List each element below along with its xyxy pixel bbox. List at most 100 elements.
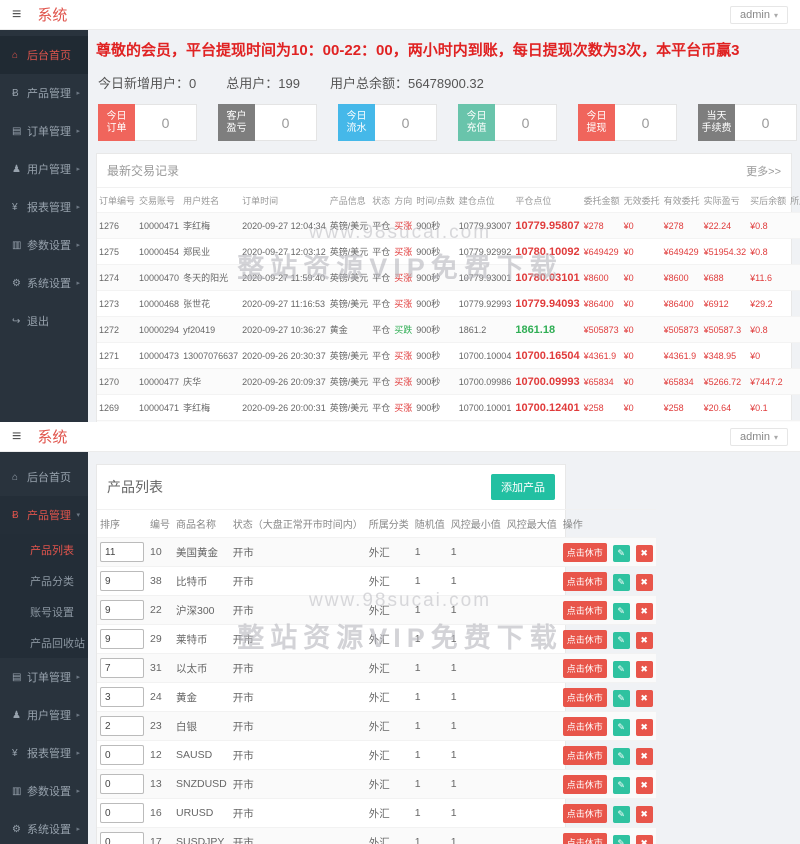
user-dropdown[interactable]: admin▾ bbox=[730, 428, 788, 446]
close-market-button[interactable]: 点击休市 bbox=[563, 775, 607, 794]
delete-button[interactable]: ✖ bbox=[636, 545, 653, 562]
sidebar-item[interactable]: ⌂ 后台首页 bbox=[0, 36, 88, 74]
delete-button[interactable]: ✖ bbox=[636, 574, 653, 591]
sidebar-item[interactable]: ▤ 订单管理 ▸ bbox=[0, 658, 88, 696]
delete-icon: ✖ bbox=[640, 577, 648, 587]
sort-input[interactable] bbox=[100, 803, 144, 823]
close-market-button[interactable]: 点击休市 bbox=[563, 717, 607, 736]
menu-item-icon: ⚙ bbox=[12, 824, 27, 835]
sidebar-item[interactable]: ↪ 退出 bbox=[0, 302, 88, 340]
edit-button[interactable]: ✎ bbox=[613, 545, 630, 562]
delete-button[interactable]: ✖ bbox=[636, 748, 653, 765]
cell-valid: ¥65834 bbox=[662, 369, 702, 395]
more-link[interactable]: 更多>> bbox=[746, 163, 781, 179]
sort-input[interactable] bbox=[100, 542, 144, 562]
delete-button[interactable]: ✖ bbox=[636, 690, 653, 707]
close-market-button[interactable]: 点击休市 bbox=[563, 572, 607, 591]
edit-icon: ✎ bbox=[617, 809, 625, 819]
delete-button[interactable]: ✖ bbox=[636, 719, 653, 736]
cell-category: 外汇 bbox=[366, 683, 412, 712]
sidebar-item-home[interactable]: ⌂ 后台首页 bbox=[0, 458, 88, 496]
sort-input[interactable] bbox=[100, 687, 144, 707]
edit-button[interactable]: ✎ bbox=[613, 661, 630, 678]
sidebar-item[interactable]: ♟ 用户管理 ▸ bbox=[0, 696, 88, 734]
sidebar-subitem[interactable]: 账号设置 bbox=[0, 596, 88, 627]
edit-button[interactable]: ✎ bbox=[613, 748, 630, 765]
table-row: 38 比特币 开市 外汇 1 1 点击休市 ✎ ✖ bbox=[97, 567, 656, 596]
add-product-button[interactable]: 添加产品 bbox=[491, 474, 555, 500]
cell-product-name: 比特币 bbox=[173, 567, 230, 596]
sort-input[interactable] bbox=[100, 629, 144, 649]
sidebar-subitem[interactable]: 产品分类 bbox=[0, 565, 88, 596]
cell-order-id: 1273 bbox=[97, 291, 137, 317]
cell-product-id: 13 bbox=[147, 770, 173, 799]
user-dropdown[interactable]: admin▾ bbox=[730, 6, 788, 24]
menu-item-icon: ↪ bbox=[12, 316, 27, 327]
sort-input[interactable] bbox=[100, 571, 144, 591]
sort-input[interactable] bbox=[100, 832, 144, 844]
transactions-card: 最新交易记录 更多>> 订单编号交易账号用户姓名订单时间产品信息状态方向时间/点… bbox=[96, 153, 792, 422]
sidebar-subitem[interactable]: 产品回收站 bbox=[0, 627, 88, 658]
close-market-button[interactable]: 点击休市 bbox=[563, 601, 607, 620]
sidebar-item[interactable]: ⚙ 系统设置 ▸ bbox=[0, 810, 88, 844]
menu-item-icon: ¥ bbox=[12, 202, 27, 213]
close-market-button[interactable]: 点击休市 bbox=[563, 804, 607, 823]
table-row: 29 莱特币 开市 外汇 1 1 点击休市 ✎ ✖ bbox=[97, 625, 656, 654]
cell-direction: 买涨 bbox=[392, 395, 414, 421]
edit-button[interactable]: ✎ bbox=[613, 603, 630, 620]
cell-open-point: 10700.10001 bbox=[457, 395, 514, 421]
edit-icon: ✎ bbox=[617, 722, 625, 732]
chevron-down-icon: ▾ bbox=[774, 11, 778, 20]
sidebar-item[interactable]: ♟ 用户管理 ▸ bbox=[0, 150, 88, 188]
menu-item-icon: ▤ bbox=[12, 672, 27, 683]
edit-button[interactable]: ✎ bbox=[613, 574, 630, 591]
sidebar-item-products[interactable]: Ƀ 产品管理 ▾ bbox=[0, 496, 88, 534]
delete-icon: ✖ bbox=[640, 838, 648, 844]
delete-icon: ✖ bbox=[640, 664, 648, 674]
cell-balance: ¥0.1 bbox=[748, 395, 788, 421]
sort-input[interactable] bbox=[100, 716, 144, 736]
sort-input[interactable] bbox=[100, 600, 144, 620]
edit-button[interactable]: ✎ bbox=[613, 835, 630, 844]
delete-button[interactable]: ✖ bbox=[636, 806, 653, 823]
app-title: 系统 bbox=[37, 426, 67, 447]
cell-risk-min: 1 bbox=[448, 538, 504, 567]
sidebar-item[interactable]: ¥ 报表管理 ▸ bbox=[0, 188, 88, 226]
delete-button[interactable]: ✖ bbox=[636, 661, 653, 678]
close-market-button[interactable]: 点击休市 bbox=[563, 746, 607, 765]
close-market-button[interactable]: 点击休市 bbox=[563, 543, 607, 562]
edit-button[interactable]: ✎ bbox=[613, 719, 630, 736]
edit-button[interactable]: ✎ bbox=[613, 777, 630, 794]
cell-valid: ¥278 bbox=[662, 213, 702, 239]
edit-button[interactable]: ✎ bbox=[613, 690, 630, 707]
menu-toggle-icon[interactable]: ≡ bbox=[12, 428, 21, 446]
cell-market-status: 开市 bbox=[230, 712, 366, 741]
table-row: 22 沪深300 开市 外汇 1 1 点击休市 ✎ ✖ bbox=[97, 596, 656, 625]
sidebar-item[interactable]: ⚙ 系统设置 ▸ bbox=[0, 264, 88, 302]
sidebar-item[interactable]: ▥ 参数设置 ▸ bbox=[0, 772, 88, 810]
menu-toggle-icon[interactable]: ≡ bbox=[12, 6, 21, 24]
sidebar-item-label: 参数设置 bbox=[27, 237, 76, 253]
sort-input[interactable] bbox=[100, 658, 144, 678]
edit-button[interactable]: ✎ bbox=[613, 806, 630, 823]
close-market-button[interactable]: 点击休市 bbox=[563, 688, 607, 707]
close-market-button[interactable]: 点击休市 bbox=[563, 833, 607, 844]
sidebar-subitem[interactable]: 产品列表 bbox=[0, 534, 88, 565]
sort-input[interactable] bbox=[100, 774, 144, 794]
delete-button[interactable]: ✖ bbox=[636, 632, 653, 649]
cell-duration: 900秒 bbox=[414, 291, 457, 317]
delete-button[interactable]: ✖ bbox=[636, 777, 653, 794]
sort-input[interactable] bbox=[100, 745, 144, 765]
cell-risk-min: 1 bbox=[448, 741, 504, 770]
delete-button[interactable]: ✖ bbox=[636, 835, 653, 844]
sidebar-item[interactable]: ¥ 报表管理 ▸ bbox=[0, 734, 88, 772]
edit-button[interactable]: ✎ bbox=[613, 632, 630, 649]
sidebar-item[interactable]: ▥ 参数设置 ▸ bbox=[0, 226, 88, 264]
close-market-button[interactable]: 点击休市 bbox=[563, 630, 607, 649]
delete-button[interactable]: ✖ bbox=[636, 603, 653, 620]
sidebar-item[interactable]: Ƀ 产品管理 ▸ bbox=[0, 74, 88, 112]
edit-icon: ✎ bbox=[617, 664, 625, 674]
sidebar-item[interactable]: ▤ 订单管理 ▸ bbox=[0, 112, 88, 150]
cell-balance: ¥0.8 bbox=[748, 213, 788, 239]
close-market-button[interactable]: 点击休市 bbox=[563, 659, 607, 678]
